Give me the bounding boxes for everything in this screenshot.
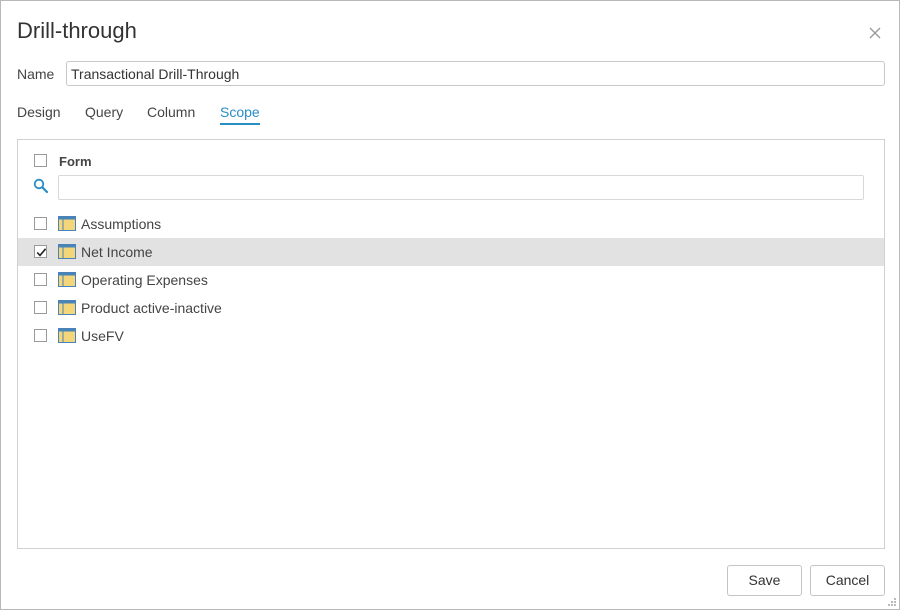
form-icon xyxy=(58,300,76,315)
item-checkbox[interactable] xyxy=(34,329,47,342)
item-label: Net Income xyxy=(81,244,153,260)
form-search-input[interactable] xyxy=(58,175,864,200)
tab-scope[interactable]: Scope xyxy=(220,104,260,125)
search-icon xyxy=(33,178,49,194)
list-item-assumptions[interactable]: Assumptions xyxy=(18,210,884,238)
item-checkbox[interactable] xyxy=(34,273,47,286)
name-label: Name xyxy=(17,66,55,82)
form-icon xyxy=(58,216,76,231)
resize-grip-icon[interactable] xyxy=(887,597,897,607)
item-checkbox[interactable] xyxy=(34,245,47,258)
item-checkbox[interactable] xyxy=(34,301,47,314)
scope-panel: Form Assumptions Net Income Operating Ex… xyxy=(17,139,885,549)
item-label: Assumptions xyxy=(81,216,162,232)
cancel-button[interactable]: Cancel xyxy=(810,565,885,596)
item-label: Product active-inactive xyxy=(81,300,222,316)
save-button[interactable]: Save xyxy=(727,565,802,596)
tab-design[interactable]: Design xyxy=(17,104,61,123)
list-item-net-income[interactable]: Net Income xyxy=(18,238,884,266)
list-item-product-active-inactive[interactable]: Product active-inactive xyxy=(18,294,884,322)
list-item-usefv[interactable]: UseFV xyxy=(18,322,884,350)
tab-query[interactable]: Query xyxy=(85,104,123,123)
drill-through-dialog: Drill-through Name Design Query Column S… xyxy=(0,0,900,610)
list-item-operating-expenses[interactable]: Operating Expenses xyxy=(18,266,884,294)
form-list: Assumptions Net Income Operating Expense… xyxy=(18,210,884,350)
form-icon xyxy=(58,272,76,287)
form-icon xyxy=(58,244,76,259)
name-input[interactable] xyxy=(66,61,885,86)
item-label: UseFV xyxy=(81,328,124,344)
form-header-checkbox[interactable] xyxy=(34,154,47,167)
dialog-title: Drill-through xyxy=(17,18,137,43)
form-icon xyxy=(58,328,76,343)
form-header-label: Form xyxy=(59,154,92,169)
tab-column[interactable]: Column xyxy=(147,104,195,123)
item-label: Operating Expenses xyxy=(81,272,208,288)
item-checkbox[interactable] xyxy=(34,217,47,230)
checkmark-icon xyxy=(36,248,47,257)
close-icon[interactable] xyxy=(867,25,883,41)
